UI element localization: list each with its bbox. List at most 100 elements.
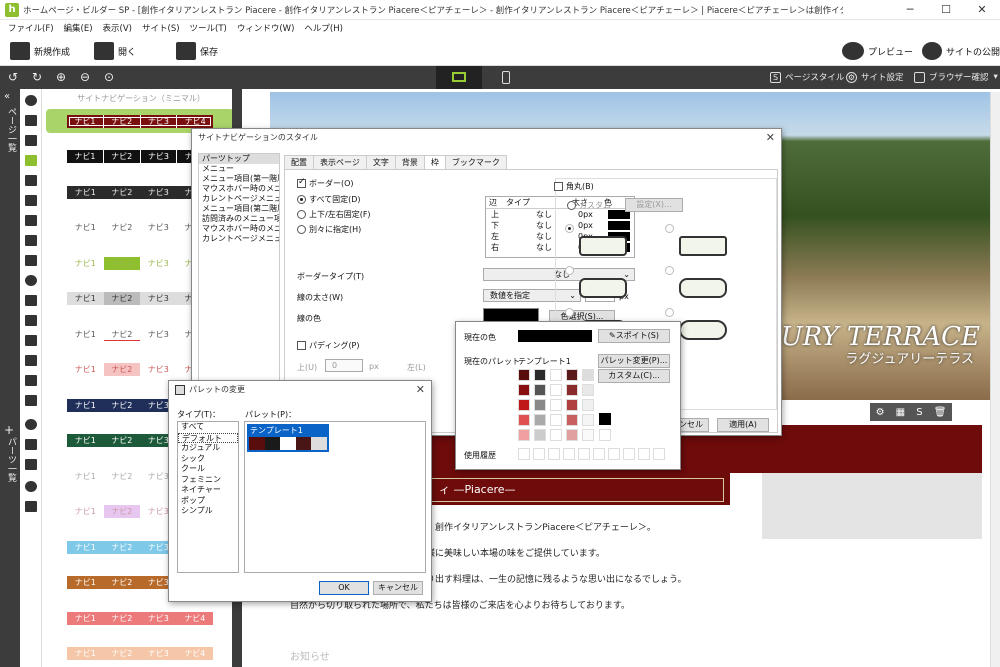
- history-swatch[interactable]: [623, 448, 635, 460]
- history-swatch[interactable]: [518, 448, 530, 460]
- corner-preset[interactable]: [579, 236, 627, 256]
- image-part-icon[interactable]: [25, 295, 37, 306]
- palette-swatch[interactable]: [534, 399, 546, 411]
- history-swatch[interactable]: [533, 448, 545, 460]
- palette-swatch[interactable]: [582, 429, 594, 441]
- border-checkbox[interactable]: ボーダー(O): [297, 177, 354, 189]
- section-heading[interactable]: ィ —Piacere—: [424, 478, 724, 502]
- corner-preset[interactable]: [679, 236, 727, 256]
- minimize-button[interactable]: ─: [892, 0, 928, 20]
- type-list[interactable]: すべて デフォルト カジュアル シック クール フェミニン ネイチャー ポップ シンプル: [177, 421, 239, 573]
- type-item[interactable]: シック: [178, 454, 238, 465]
- tree-item[interactable]: マウスホバー時のメニュー項目: [199, 184, 279, 194]
- apply-button[interactable]: 適用(A): [717, 418, 769, 432]
- image-text-part-icon[interactable]: [25, 315, 37, 326]
- palette-swatch[interactable]: [582, 414, 594, 426]
- smartphone-icon[interactable]: [502, 71, 510, 84]
- cancel-button[interactable]: キャンセル: [373, 581, 423, 595]
- history-swatch[interactable]: [608, 448, 620, 460]
- custom-color-button[interactable]: カスタム(C)...: [598, 369, 670, 383]
- header-part-icon[interactable]: [25, 115, 37, 126]
- undo-icon[interactable]: ↺: [6, 70, 20, 84]
- menu-help[interactable]: ヘルプ(H): [304, 22, 343, 34]
- type-item[interactable]: ポップ: [178, 496, 238, 507]
- palette-swatch[interactable]: [582, 384, 594, 396]
- menu-edit[interactable]: 編集(E): [64, 22, 93, 34]
- palette-swatch[interactable]: [566, 414, 578, 426]
- side-box[interactable]: [762, 473, 982, 539]
- table-part-icon[interactable]: [25, 175, 37, 186]
- style-icon[interactable]: S: [916, 407, 922, 418]
- maximize-button[interactable]: ☐: [928, 0, 964, 20]
- corner-settings-button[interactable]: 設定(X)...: [625, 198, 683, 212]
- info-icon[interactable]: [25, 95, 37, 106]
- palette-list[interactable]: テンプレート1: [244, 421, 426, 573]
- white-swatch[interactable]: [599, 429, 611, 441]
- type-item[interactable]: フェミニン: [178, 475, 238, 486]
- padding-checkbox[interactable]: パディング(P): [297, 340, 360, 351]
- tab-item[interactable]: 表示ページ: [313, 155, 367, 169]
- palette-swatch[interactable]: [534, 429, 546, 441]
- trash-icon[interactable]: 🗑: [934, 407, 947, 418]
- palette-swatch[interactable]: [534, 414, 546, 426]
- palette-swatch[interactable]: [518, 429, 530, 441]
- tab-item[interactable]: 文字: [365, 155, 396, 169]
- close-icon[interactable]: ✕: [416, 383, 425, 396]
- type-item[interactable]: カジュアル: [178, 443, 238, 454]
- grid-part-icon[interactable]: [25, 255, 37, 266]
- palette-swatch[interactable]: [566, 384, 578, 396]
- publish-button[interactable]: サイトの公開: [922, 41, 1000, 61]
- corner-radio[interactable]: [665, 308, 674, 317]
- palette-swatch[interactable]: [518, 414, 530, 426]
- tree-item[interactable]: パーツトップ: [199, 154, 279, 164]
- tree-item[interactable]: メニュー項目(第二階層): [199, 204, 279, 214]
- tree-item[interactable]: 訪問済みのメニュー項目: [199, 214, 279, 224]
- type-item[interactable]: デフォルト: [178, 432, 238, 443]
- zoom-out-icon[interactable]: ⊖: [78, 70, 92, 84]
- open-button[interactable]: 開く: [94, 41, 136, 61]
- close-icon[interactable]: ✕: [766, 131, 775, 144]
- radio-tb-fixed[interactable]: 上下/左右固定(F): [297, 209, 371, 220]
- palette-swatch[interactable]: [582, 399, 594, 411]
- tree-item[interactable]: カレントページメニュー項目: [199, 194, 279, 204]
- site-settings-button[interactable]: ⚙ サイト設定: [846, 71, 904, 83]
- heading-part-icon[interactable]: [25, 215, 37, 226]
- palette-swatch[interactable]: [550, 429, 562, 441]
- gear-icon[interactable]: ⚙: [876, 407, 885, 418]
- text-part-icon[interactable]: [25, 195, 37, 206]
- history-swatch[interactable]: [563, 448, 575, 460]
- palette-item[interactable]: テンプレート1: [247, 424, 329, 452]
- menu-site[interactable]: サイト(S): [142, 22, 180, 34]
- palette-swatch[interactable]: [566, 369, 578, 381]
- menu-part-icon[interactable]: [25, 135, 37, 146]
- layout-icon[interactable]: ▦: [896, 407, 905, 418]
- parts-list-tab[interactable]: パーツ一覧: [5, 437, 18, 482]
- palette-swatch[interactable]: [534, 369, 546, 381]
- help-icon[interactable]: [25, 419, 37, 430]
- check-part-icon[interactable]: [25, 275, 37, 286]
- preview-button[interactable]: プレビュー: [842, 41, 913, 61]
- palette-swatch[interactable]: [534, 384, 546, 396]
- list-part-icon[interactable]: [25, 235, 37, 246]
- tree-item[interactable]: マウスホバー時のメニュー: [199, 224, 279, 234]
- tree-item[interactable]: カレントページメニュー項目: [199, 234, 279, 244]
- change-palette-button[interactable]: パレット変更(P)...: [598, 354, 670, 368]
- page-list-tab[interactable]: ページ一覧: [5, 107, 18, 152]
- new-button[interactable]: 新規作成: [10, 41, 70, 61]
- history-swatch[interactable]: [653, 448, 665, 460]
- palette-swatch[interactable]: [550, 369, 562, 381]
- map-pin-part-icon[interactable]: [25, 355, 37, 366]
- type-item[interactable]: クール: [178, 464, 238, 475]
- youtube-icon[interactable]: [25, 501, 37, 512]
- tab-item[interactable]: 背景: [394, 155, 425, 169]
- columns-part-icon[interactable]: [25, 335, 37, 346]
- browser-check-button[interactable]: ブラウザー確認 ▾: [914, 71, 998, 83]
- zoom-in-icon[interactable]: ⊕: [54, 70, 68, 84]
- menu-tools[interactable]: ツール(T): [190, 22, 227, 34]
- collapse-icon[interactable]: «: [4, 91, 10, 102]
- tree-item[interactable]: メニュー: [199, 164, 279, 174]
- pad-top-input[interactable]: 0: [325, 359, 363, 372]
- twitter-icon[interactable]: [25, 459, 37, 470]
- palette-swatch[interactable]: [550, 384, 562, 396]
- sns-icon[interactable]: [25, 481, 37, 492]
